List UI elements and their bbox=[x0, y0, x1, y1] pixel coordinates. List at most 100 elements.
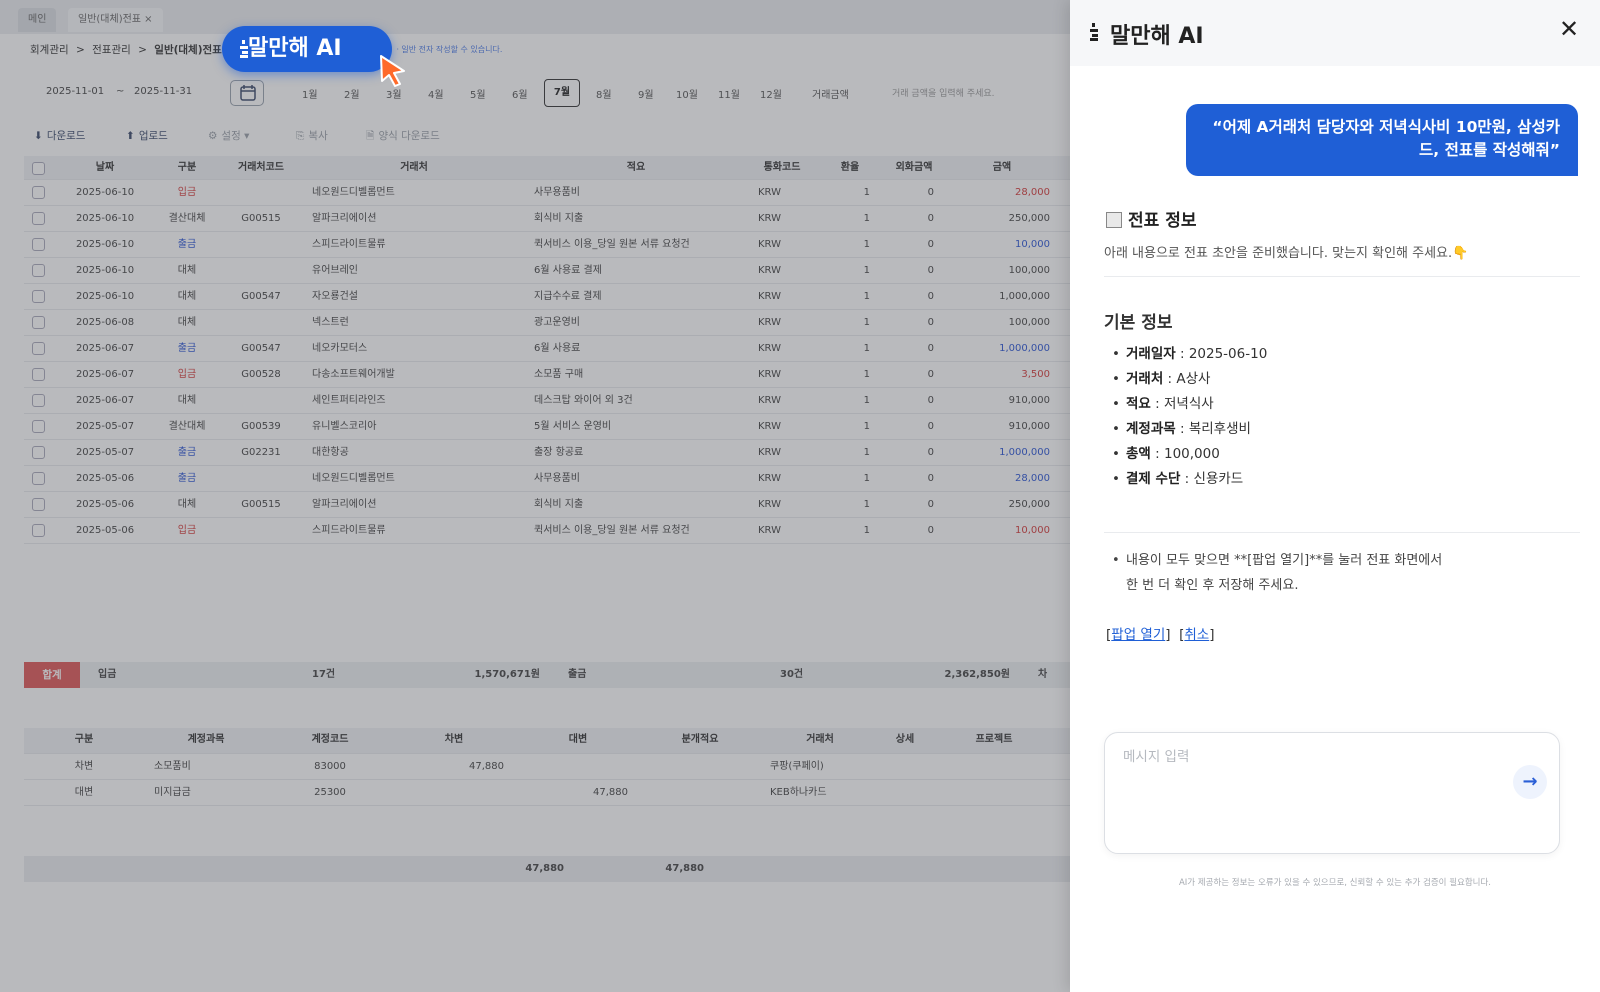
message-composer: → bbox=[1104, 732, 1560, 854]
table-row[interactable]: 2025-05-07 결산대체 G00539 유니벨스코리아 5월 서비스 운영비 KRW… bbox=[24, 414, 1070, 440]
row-checkbox[interactable] bbox=[32, 238, 45, 251]
table-header: 날짜 구분 거래처코드 거래처 적요 통화코드 환율 외화금액 금액 bbox=[24, 156, 1070, 180]
row-checkbox[interactable] bbox=[32, 420, 45, 433]
cell-currency: KRW bbox=[758, 187, 781, 198]
cell-date: 2025-05-06 bbox=[75, 473, 135, 484]
row-checkbox[interactable] bbox=[32, 446, 45, 459]
month-filter[interactable]: 9월 bbox=[638, 86, 654, 101]
row-checkbox[interactable] bbox=[32, 342, 45, 355]
tab-general-voucher[interactable]: 일반(대체)전표 × bbox=[68, 8, 163, 32]
row-checkbox[interactable] bbox=[32, 498, 45, 511]
cancel-link[interactable]: 취소 bbox=[1184, 627, 1209, 643]
table-row[interactable]: 2025-06-10 결산대체 G00515 알파크리에이션 회식비 지출 KRW 1 0 25… bbox=[24, 206, 1070, 232]
row-checkbox[interactable] bbox=[32, 290, 45, 303]
month-filter[interactable]: 4월 bbox=[428, 86, 444, 101]
table-row[interactable]: 2025-05-06 출금 네오원드디벨롭먼트 사무용품비 KRW 1 0 28,000 bbox=[24, 466, 1070, 492]
cell-currency: KRW bbox=[758, 291, 781, 302]
row-checkbox[interactable] bbox=[32, 524, 45, 537]
date-from[interactable]: 2025-11-01 bbox=[46, 86, 104, 97]
cell-currency: KRW bbox=[758, 317, 781, 328]
action-links: [팝업 열기] [취소] bbox=[1106, 627, 1215, 643]
list-item: 거래처 : A상사 bbox=[1110, 367, 1267, 392]
upload-label: 업로드 bbox=[138, 130, 168, 142]
table-row[interactable]: 2025-06-07 출금 G00547 네오카모터스 6월 사용료 KRW 1 0 1,000… bbox=[24, 336, 1070, 362]
month-filter[interactable]: 10월 bbox=[676, 86, 698, 101]
confirm-note-line: 한 번 더 확인 후 저장해 주세요. bbox=[1126, 578, 1299, 593]
amount-input[interactable]: 거래 금액을 입력해 주세요. bbox=[892, 86, 995, 99]
month-filter[interactable]: 5월 bbox=[470, 86, 486, 101]
cell-type: 대체 bbox=[177, 265, 197, 276]
calendar-icon bbox=[240, 85, 256, 101]
month-filter[interactable]: 3월 bbox=[386, 86, 402, 101]
col-header: 거래처코드 bbox=[238, 162, 284, 173]
breadcrumb-item[interactable]: 전표관리 bbox=[92, 44, 131, 56]
month-filter-selected[interactable]: 7월 bbox=[544, 79, 580, 107]
row-checkbox[interactable] bbox=[32, 316, 45, 329]
table-row[interactable]: 2025-06-10 출금 스피드라이트물류 퀵서비스 이용_당일 원본 서류 요청건… bbox=[24, 232, 1070, 258]
cell-rate: 1 bbox=[863, 187, 870, 198]
list-item: 적요 : 저녁식사 bbox=[1110, 392, 1267, 417]
download-button[interactable]: ⬇ 다운로드 bbox=[34, 128, 85, 143]
row-checkbox[interactable] bbox=[32, 264, 45, 277]
cell-currency: KRW bbox=[758, 499, 781, 510]
breadcrumb-item[interactable]: 회계관리 bbox=[30, 44, 69, 56]
cell-type: 대체 bbox=[177, 291, 197, 302]
month-filter[interactable]: 1월 bbox=[302, 86, 318, 101]
table-row[interactable]: 2025-06-08 대체 넥스트런 광고운영비 KRW 1 0 100,000 bbox=[24, 310, 1070, 336]
open-popup-link[interactable]: 팝업 열기 bbox=[1111, 627, 1165, 643]
month-filter[interactable]: 6월 bbox=[512, 86, 528, 101]
close-button[interactable]: ✕ bbox=[1556, 16, 1582, 42]
breadcrumb-item-current: 일반(대체)전표 bbox=[154, 44, 222, 56]
message-input[interactable] bbox=[1123, 749, 1503, 765]
cell-rate: 1 bbox=[863, 447, 870, 458]
date-to[interactable]: 2025-11-31 bbox=[134, 86, 192, 97]
table-row[interactable]: 2025-06-10 대체 G00547 자오룡건설 지급수수료 결제 KRW 1 0 1,00… bbox=[24, 284, 1070, 310]
table-row[interactable]: 2025-06-10 대체 유어브레인 6월 사용료 결제 KRW 1 0 100,000 bbox=[24, 258, 1070, 284]
table-row[interactable]: 2025-06-07 대체 세인트퍼티라인즈 데스크탑 와이어 외 3건 KRW 1 0 91… bbox=[24, 388, 1070, 414]
select-all-checkbox[interactable] bbox=[32, 162, 45, 175]
cell-vendor: 대한항공 bbox=[312, 447, 349, 458]
table-row[interactable]: 2025-06-10 입금 네오원드디벨롭먼트 사무용품비 KRW 1 0 28,000 bbox=[24, 180, 1070, 206]
table-row[interactable]: 2025-05-06 입금 스피드라이트물류 퀵서비스 이용_당일 원본 서류 요청건… bbox=[24, 518, 1070, 544]
cell-vendor-code bbox=[230, 310, 292, 335]
month-filter[interactable]: 11월 bbox=[718, 86, 740, 101]
copy-button[interactable]: ⎘ 복사 bbox=[296, 128, 328, 143]
table-row[interactable]: 2025-05-06 대체 G00515 알파크리에이션 회식비 지출 KRW 1 0 250,… bbox=[24, 492, 1070, 518]
month-filter[interactable]: 12월 bbox=[760, 86, 782, 101]
row-checkbox[interactable] bbox=[32, 472, 45, 485]
basic-info-title: 기본 정보 bbox=[1104, 313, 1173, 333]
row-checkbox[interactable] bbox=[32, 394, 45, 407]
list-item: 거래일자 : 2025-06-10 bbox=[1110, 342, 1267, 367]
cell-date: 2025-06-10 bbox=[75, 291, 135, 302]
table-row[interactable]: 차변 소모품비 83000 47,880 쿠팡(쿠페이) bbox=[24, 754, 1070, 780]
upload-button[interactable]: ⬆ 업로드 bbox=[126, 128, 168, 143]
cell-currency: KRW bbox=[758, 239, 781, 250]
cell-rate: 1 bbox=[863, 369, 870, 380]
cell-currency: KRW bbox=[758, 395, 781, 406]
table-row[interactable]: 2025-06-07 입금 G00528 다송소프트웨어개발 소모품 구매 KRW 1 0 3,… bbox=[24, 362, 1070, 388]
form-download-button[interactable]: 🗎 양식 다운로드 bbox=[366, 128, 440, 146]
ai-launch-button[interactable]: 말만해 AI bbox=[222, 26, 392, 72]
cell-vendor-code bbox=[230, 518, 292, 543]
col-header: 날짜 bbox=[95, 162, 115, 173]
field-label: 총액 bbox=[1126, 446, 1151, 462]
month-filter[interactable]: 8월 bbox=[596, 86, 612, 101]
totals-in-amount: 1,570,671원 bbox=[474, 669, 540, 680]
month-filter[interactable]: 2월 bbox=[344, 86, 360, 101]
row-checkbox[interactable] bbox=[32, 186, 45, 199]
arrow-right-icon: → bbox=[1522, 771, 1538, 792]
cell-memo: 6월 사용료 bbox=[534, 343, 581, 354]
row-checkbox[interactable] bbox=[32, 368, 45, 381]
cell-vendor-code: G00515 bbox=[241, 499, 281, 510]
cell-memo: 회식비 지출 bbox=[534, 213, 584, 224]
ai-logo-icon bbox=[1090, 23, 1098, 41]
table-row[interactable]: 대변 미지급금 25300 47,880 KEB하나카드 bbox=[24, 780, 1070, 806]
calendar-button[interactable] bbox=[230, 80, 264, 106]
cell-type: 출금 bbox=[177, 343, 197, 354]
row-checkbox[interactable] bbox=[32, 212, 45, 225]
tab-main[interactable]: 메인 bbox=[18, 8, 57, 32]
table-row[interactable]: 2025-05-07 출금 G02231 대한항공 출장 항공료 KRW 1 0 1,000,0… bbox=[24, 440, 1070, 466]
send-button[interactable]: → bbox=[1513, 765, 1547, 799]
settings-button[interactable]: ⚙ 설정 ▾ bbox=[208, 128, 249, 143]
cell-type: 출금 bbox=[177, 239, 197, 250]
